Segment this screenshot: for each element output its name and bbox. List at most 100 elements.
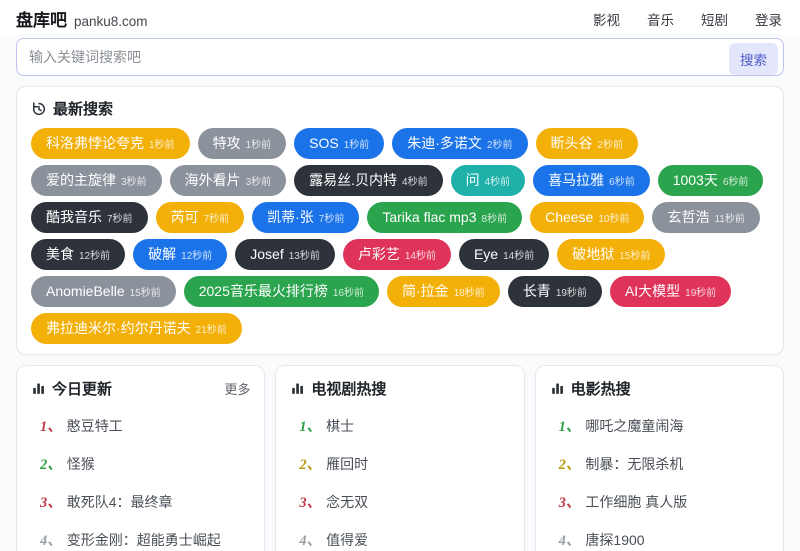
search-tag[interactable]: 弗拉迪米尔·约尔丹诺夫 21秒前	[31, 313, 242, 344]
tag-time: 1秒前	[149, 140, 175, 151]
tag-label: 芮可	[170, 209, 199, 225]
brand[interactable]: 盘库吧 panku8.com	[16, 6, 148, 31]
page: 盘库吧 panku8.com 影视 音乐 短剧 登录 搜索 最新搜索 科洛弗悖论夸克 1…	[0, 0, 800, 551]
search-tag[interactable]: 科洛弗悖论夸克 1秒前	[31, 128, 190, 159]
tag-label: Josef	[250, 246, 284, 262]
tag-label: 断头谷	[550, 135, 593, 151]
search-tag[interactable]: 1003天 6秒前	[657, 165, 764, 196]
search-tag[interactable]: 酷我音乐 7秒前	[31, 202, 148, 233]
search-tag[interactable]: 海外看片 3秒前	[169, 165, 287, 196]
latest-search-tags: 科洛弗悖论夸克 1秒前 特攻 1秒前 SOS 1秒前 朱迪·多诺文 2秒前 断头谷 2秒前 爱的主旋…	[31, 128, 769, 344]
board-today-update: 今日更新更多1、憨豆特工2、怪猴3、敢死队4：最终章4、变形金刚：超能勇士崛起5…	[16, 365, 266, 551]
search-tag[interactable]: 简·拉金 18秒前	[387, 276, 500, 307]
search-tag[interactable]: 露易丝.贝内特 4秒前	[294, 165, 443, 196]
board-item[interactable]: 1、 憨豆特工	[31, 415, 250, 436]
tag-label: AI大模型	[624, 283, 681, 299]
search-tag[interactable]: 问 4秒前	[450, 165, 526, 196]
tag-time: 19秒前	[555, 288, 587, 299]
tag-label: 卢彩艺	[357, 246, 400, 262]
tag-label: 破地狱	[572, 246, 615, 262]
board-item[interactable]: 3、 工作细胞 真人版	[550, 491, 769, 512]
search-tag[interactable]: 2025音乐最火排行榜 16秒前	[183, 276, 380, 307]
nav-link-yingshi[interactable]: 影视	[593, 9, 620, 29]
tag-label: 2025音乐最火排行榜	[198, 283, 328, 299]
tag-time: 11秒前	[714, 214, 745, 225]
search-tag[interactable]: 玄哲浩 11秒前	[652, 202, 760, 233]
tag-label: Eye	[473, 246, 499, 262]
board-item[interactable]: 2、 雁回时	[290, 453, 509, 474]
tag-time: 21秒前	[195, 325, 227, 336]
search-tag[interactable]: 卢彩艺 14秒前	[342, 239, 451, 270]
board-item[interactable]: 1、 棋士	[290, 415, 509, 436]
tag-label: 爱的主旋律	[46, 172, 116, 188]
latest-search-header: 最新搜索	[31, 98, 769, 119]
search-tag[interactable]: 朱迪·多诺文 2秒前	[392, 128, 528, 159]
rank-number: 4、	[40, 533, 62, 549]
tag-time: 3秒前	[121, 177, 147, 188]
rank-number: 3、	[558, 495, 581, 511]
boards-row: 今日更新更多1、憨豆特工2、怪猴3、敢死队4：最终章4、变形金刚：超能勇士崛起5…	[16, 365, 784, 551]
board-item[interactable]: 4、 唐探1900	[550, 529, 769, 550]
item-title: 敢死队4：最终章	[66, 494, 173, 510]
search-tag[interactable]: 芮可 7秒前	[155, 202, 245, 233]
search-tag[interactable]: Cheese 10秒前	[530, 202, 645, 233]
item-title: 唐探1900	[585, 532, 645, 548]
latest-search-title: 最新搜索	[53, 101, 114, 118]
search-tag[interactable]: 破地狱 15秒前	[557, 239, 666, 270]
board-item[interactable]: 2、 制暴：无限杀机	[550, 453, 769, 474]
board-item[interactable]: 4、 变形金刚：超能勇士崛起	[31, 529, 250, 550]
tag-time: 2秒前	[486, 140, 513, 151]
search-input[interactable]	[16, 38, 784, 76]
bar-chart-icon	[33, 383, 44, 394]
tag-label: 长青	[522, 283, 551, 299]
tag-time: 3秒前	[245, 177, 272, 188]
tag-label: SOS	[309, 135, 339, 151]
search-tag[interactable]: Tarika flac mp3 8秒前	[367, 202, 523, 233]
board-item[interactable]: 2、 怪猴	[31, 453, 250, 474]
latest-search-card: 最新搜索 科洛弗悖论夸克 1秒前 特攻 1秒前 SOS 1秒前 朱迪·多诺文 2秒前 断头谷 2秒…	[16, 86, 784, 355]
item-title: 憨豆特工	[66, 418, 123, 434]
item-title: 棋士	[326, 418, 355, 434]
search-tag[interactable]: 特攻 1秒前	[197, 128, 287, 159]
search-tag[interactable]: 长青 19秒前	[507, 276, 602, 307]
nav-link-denglu[interactable]: 登录	[755, 9, 782, 29]
search-tag[interactable]: 爱的主旋律 3秒前	[31, 165, 162, 196]
tag-label: 破解	[148, 246, 177, 262]
search-tag[interactable]: AnomieBelle 15秒前	[31, 276, 176, 307]
rank-number: 2、	[299, 457, 322, 473]
search-tag[interactable]: 美食 12秒前	[31, 239, 126, 270]
search-tag[interactable]: 破解 12秒前	[133, 239, 228, 270]
search-tag[interactable]: AI大模型 19秒前	[609, 276, 732, 307]
tag-label: 科洛弗悖论夸克	[46, 135, 144, 151]
board-item[interactable]: 3、 念无双	[290, 491, 509, 512]
rank-number: 3、	[299, 495, 322, 511]
tag-time: 4秒前	[402, 177, 428, 188]
nav-link-duanju[interactable]: 短剧	[701, 9, 728, 29]
tag-label: 喜马拉雅	[548, 172, 605, 188]
rank-number: 2、	[40, 457, 62, 473]
board-title: 电视剧热搜	[311, 381, 387, 398]
tag-time: 6秒前	[609, 177, 635, 188]
item-title: 雁回时	[326, 456, 369, 472]
nav-link-yinyue[interactable]: 音乐	[647, 9, 674, 29]
tag-label: 凯蒂·张	[267, 209, 314, 225]
tag-time: 16秒前	[332, 288, 365, 299]
search-button[interactable]: 搜索	[729, 43, 778, 75]
item-title: 值得爱	[326, 532, 369, 548]
search-tag[interactable]: SOS 1秒前	[294, 128, 385, 159]
board-header: 今日更新 更多	[31, 378, 250, 399]
board-item[interactable]: 1、 哪吒之魔童闹海	[550, 415, 769, 436]
search-tag[interactable]: 喜马拉雅 6秒前	[533, 165, 650, 196]
search-tag[interactable]: Eye 14秒前	[458, 239, 550, 270]
header: 盘库吧 panku8.com 影视 音乐 短剧 登录	[0, 0, 800, 35]
rank-number: 1、	[40, 419, 62, 435]
search-bar: 搜索	[16, 38, 784, 76]
search-tag[interactable]: Josef 13秒前	[235, 239, 335, 270]
tag-time: 7秒前	[203, 214, 230, 225]
search-tag[interactable]: 断头谷 2秒前	[535, 128, 639, 159]
search-tag[interactable]: 凯蒂·张 7秒前	[252, 202, 360, 233]
board-item[interactable]: 3、 敢死队4：最终章	[31, 491, 250, 512]
tag-label: 露易丝.贝内特	[309, 172, 398, 188]
more-link[interactable]: 更多	[224, 379, 250, 398]
board-item[interactable]: 4、 值得爱	[290, 529, 509, 550]
